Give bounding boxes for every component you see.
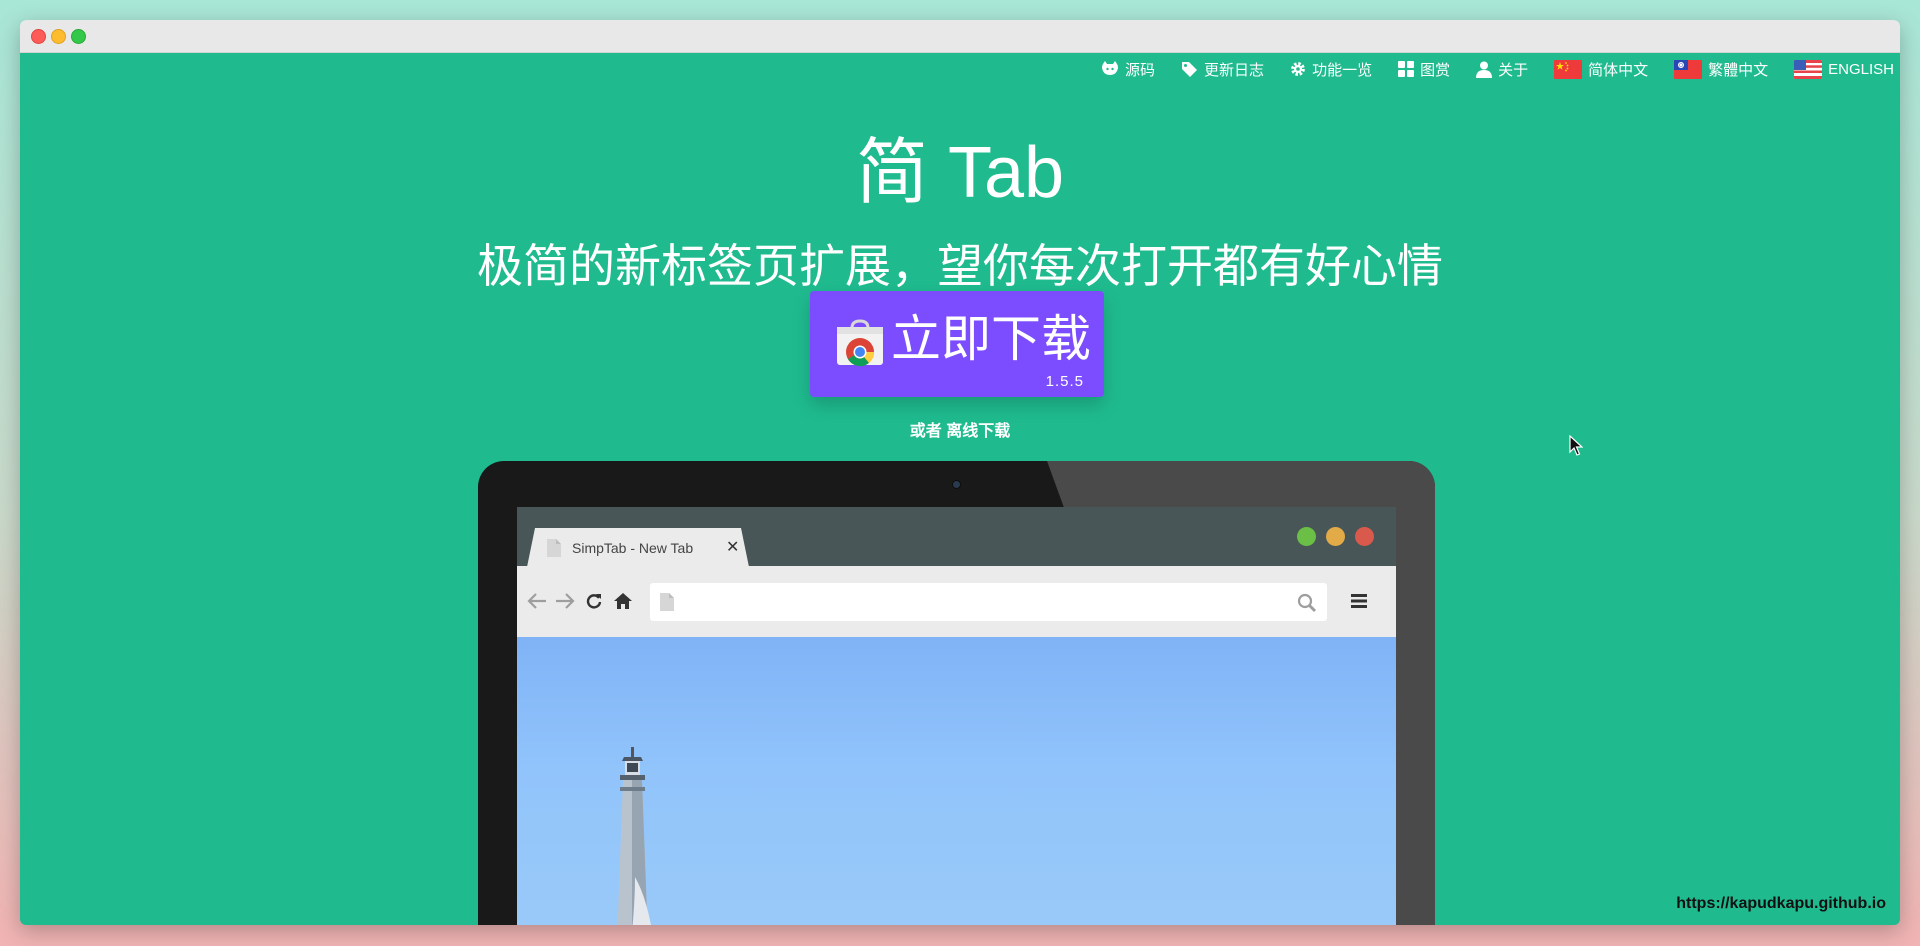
- preview-green-dot: [1297, 527, 1316, 546]
- offline-download: 或者 离线下载: [20, 417, 1900, 441]
- nav-lang-traditional-label: 繁體中文: [1708, 61, 1769, 79]
- preview-browser-tab: SimpTab - New Tab ✕: [527, 528, 749, 567]
- maximize-window-button[interactable]: [71, 29, 86, 44]
- lighthouse-illustration: [617, 747, 651, 925]
- nav-lang-english-label: ENGLISH: [1828, 60, 1894, 78]
- taiwan-flag-icon: [1674, 59, 1703, 79]
- china-flag-icon: [1554, 59, 1583, 79]
- gear-icon: [1291, 62, 1305, 76]
- nav-lang-traditional[interactable]: 繁體中文: [1674, 59, 1768, 80]
- nav-about[interactable]: 关于: [1476, 59, 1528, 80]
- browser-window: 源码 更新日志 功能一览 图赏 关于 简体中文 繁體中文 ENGLISH 简 T…: [20, 20, 1900, 925]
- grid-icon: [1398, 61, 1415, 77]
- nav-gallery-label: 图赏: [1420, 61, 1451, 79]
- site-url: https://kapudkapu.github.io: [1676, 895, 1886, 912]
- window-titlebar: [20, 20, 1900, 53]
- offline-download-link[interactable]: 或者 离线下载: [910, 423, 1010, 440]
- nav-lang-simplified-label: 简体中文: [1588, 61, 1649, 79]
- nav-lang-english[interactable]: ENGLISH: [1794, 59, 1894, 79]
- download-button[interactable]: 立即下载 1.5.5: [810, 291, 1104, 397]
- download-label: 立即下载: [891, 311, 1091, 367]
- preview-wallpaper: [517, 637, 1396, 925]
- close-icon: ✕: [726, 539, 740, 556]
- laptop-screen: SimpTab - New Tab ✕: [517, 507, 1396, 925]
- back-arrow-icon: [527, 593, 546, 609]
- github-icon: [1102, 61, 1119, 75]
- forward-arrow-icon: [556, 593, 575, 609]
- user-icon: [1476, 61, 1493, 78]
- close-window-button[interactable]: [31, 29, 46, 44]
- laptop-preview: SimpTab - New Tab ✕: [478, 461, 1435, 925]
- page-subtitle: 极简的新标签页扩展，望你每次打开都有好心情: [477, 240, 1443, 292]
- mouse-cursor-icon: [1569, 435, 1583, 456]
- page-icon: [660, 593, 674, 611]
- laptop-camera: [952, 480, 961, 489]
- preview-yellow-dot: [1326, 527, 1345, 546]
- nav-features-label: 功能一览: [1312, 61, 1373, 79]
- nav-changelog[interactable]: 更新日志: [1181, 59, 1264, 80]
- download-version: 1.5.5: [1045, 373, 1084, 390]
- preview-toolbar: [517, 566, 1396, 637]
- nav-source[interactable]: 源码: [1101, 59, 1155, 80]
- nav-source-label: 源码: [1125, 61, 1156, 79]
- document-icon: [547, 539, 561, 557]
- preview-address-bar: [650, 583, 1327, 621]
- nav-features[interactable]: 功能一览: [1290, 59, 1372, 80]
- chrome-web-store-icon: [837, 319, 883, 367]
- nav-changelog-label: 更新日志: [1204, 61, 1265, 79]
- menu-icon: [1351, 594, 1367, 608]
- nav-about-label: 关于: [1498, 61, 1529, 79]
- top-nav: 源码 更新日志 功能一览 图赏 关于 简体中文 繁體中文 ENGLISH: [1075, 52, 1894, 86]
- nav-lang-simplified[interactable]: 简体中文: [1554, 59, 1648, 80]
- minimize-window-button[interactable]: [51, 29, 66, 44]
- preview-tab-title: SimpTab - New Tab: [572, 540, 694, 556]
- tag-icon: [1182, 61, 1198, 77]
- preview-red-dot: [1355, 527, 1374, 546]
- home-icon: [614, 593, 632, 609]
- nav-gallery[interactable]: 图赏: [1398, 59, 1450, 80]
- us-flag-icon: [1794, 59, 1823, 79]
- page-title: 简 Tab: [855, 133, 1065, 213]
- reload-icon: [586, 594, 602, 609]
- search-icon: [1297, 593, 1317, 613]
